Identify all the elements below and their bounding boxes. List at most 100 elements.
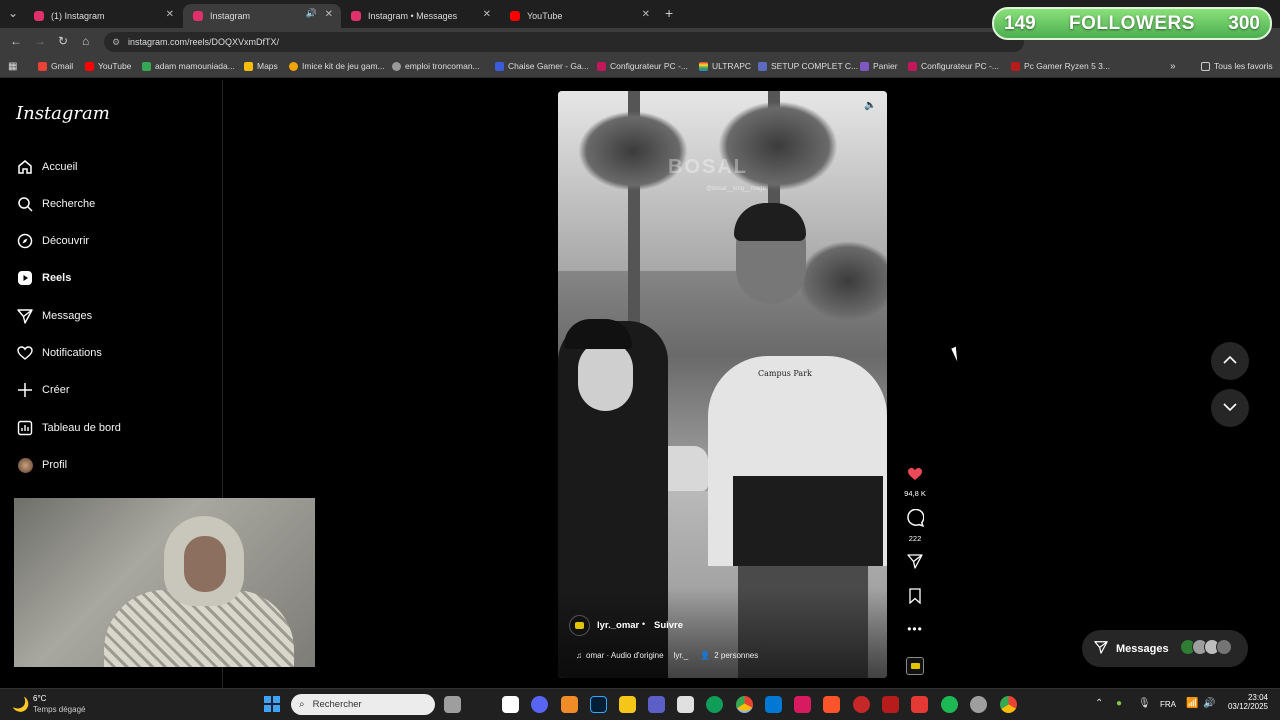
comment-button[interactable]: 222 <box>900 508 930 543</box>
like-button[interactable]: 94,8 K <box>900 466 930 498</box>
next-reel-button[interactable] <box>1211 389 1249 427</box>
app-icon[interactable] <box>502 696 519 713</box>
previous-reel-button[interactable] <box>1211 342 1249 380</box>
avatar <box>16 456 34 474</box>
discord-icon[interactable] <box>531 696 548 713</box>
moon-icon[interactable]: 🌙 <box>12 696 29 713</box>
tray-chevron-icon[interactable]: ⌃ <box>1095 698 1103 709</box>
sidebar-item-accueil[interactable]: Accueil <box>16 157 77 177</box>
bookmark-ultrapc[interactable]: ULTRAPC <box>699 61 751 71</box>
bookmark-adam[interactable]: adam mamouniada... <box>142 61 235 71</box>
bookmark-imice[interactable]: Imice kit de jeu gam... <box>289 61 385 71</box>
author-avatar[interactable] <box>569 615 590 636</box>
bookmark-pc-gamer[interactable]: Pc Gamer Ryzen 5 3... <box>1011 61 1110 71</box>
spotify-icon[interactable] <box>941 696 958 713</box>
followers-label: FOLLOWERS <box>1069 12 1195 34</box>
bookmark-youtube[interactable]: YouTube <box>85 61 131 71</box>
reel-video[interactable]: BOSAL @bosal__king__mage Campus Park <box>558 91 887 678</box>
microphone-icon[interactable]: 🎙 <box>1138 698 1151 709</box>
settings-icon[interactable] <box>970 696 987 713</box>
sidebar-item-notifications[interactable]: Notifications <box>16 343 102 363</box>
more-options-icon[interactable]: ••• <box>900 622 930 636</box>
close-tab-icon[interactable]: ✕ <box>325 9 333 20</box>
speaker-icon[interactable]: 🔊 <box>1203 698 1215 709</box>
close-tab-icon[interactable]: ✕ <box>166 9 174 20</box>
all-bookmarks[interactable]: Tous les favoris <box>1201 61 1273 71</box>
sidebar-item-reels[interactable]: Reels <box>16 268 71 288</box>
save-button[interactable] <box>900 588 930 609</box>
wifi-icon[interactable]: 📶 <box>1186 698 1198 709</box>
reload-icon[interactable]: ↻ <box>58 34 68 48</box>
messages-pill[interactable]: Messages <box>1082 630 1248 667</box>
sidebar-item-label: Créer <box>42 384 70 396</box>
photoshop-icon[interactable] <box>590 696 607 713</box>
home-browser-icon[interactable]: ⌂ <box>82 34 89 48</box>
instagram-icon <box>193 11 203 21</box>
forward-icon[interactable]: → <box>34 34 46 48</box>
bookmark-emploi[interactable]: emploi troncoman... <box>392 61 480 71</box>
windows-start-icon[interactable] <box>264 696 280 712</box>
tab-instagram-1[interactable]: (1) Instagram ✕ <box>24 4 182 28</box>
tab-search-icon[interactable]: ⌄ <box>8 6 18 20</box>
close-tab-icon[interactable]: ✕ <box>483 9 491 20</box>
teams-icon[interactable] <box>648 696 665 713</box>
bookmark-maps[interactable]: Maps <box>244 61 278 71</box>
url-bar[interactable]: ⚙ instagram.com/reels/DOQXVxmDfTX/ <box>104 32 1024 52</box>
audio-label[interactable]: omar · Audio d'origine <box>586 651 664 660</box>
back-icon[interactable]: ← <box>10 34 22 48</box>
app-icon[interactable] <box>882 696 899 713</box>
bookmark-configurateur-1[interactable]: Configurateur PC -... <box>597 61 688 71</box>
sidebar-item-profil[interactable]: Profil <box>16 455 67 475</box>
new-tab-icon[interactable]: + <box>665 5 673 21</box>
app-icon[interactable] <box>561 696 578 713</box>
edge-icon[interactable] <box>706 696 723 713</box>
brave-icon[interactable] <box>823 696 840 713</box>
sidebar-item-recherche[interactable]: Recherche <box>16 194 95 214</box>
chrome-icon[interactable] <box>736 696 753 713</box>
tab-youtube[interactable]: YouTube ✕ <box>500 4 658 28</box>
sidebar-item-creer[interactable]: Créer <box>16 380 70 400</box>
instagram-logo[interactable]: Instagram <box>16 103 110 124</box>
more-bookmarks-icon[interactable]: » <box>1170 61 1176 72</box>
site-info-icon[interactable]: ⚙ <box>112 32 120 52</box>
file-explorer-icon[interactable] <box>619 696 636 713</box>
close-tab-icon[interactable]: ✕ <box>642 9 650 20</box>
sidebar-item-decouvrir[interactable]: Découvrir <box>16 231 89 251</box>
outlook-icon[interactable] <box>765 696 782 713</box>
input-language[interactable]: FRA <box>1160 700 1176 709</box>
bookmark-chaise[interactable]: Chaise Gamer - Ga... <box>495 61 589 71</box>
audio-user[interactable]: lyr._ <box>674 651 689 660</box>
author-username[interactable]: lyr._omar <box>597 620 639 631</box>
tagged-people[interactable]: 2 personnes <box>714 651 758 660</box>
like-count: 94,8 K <box>904 489 926 498</box>
bookmark-setup[interactable]: SETUP COMPLET C... <box>758 61 858 71</box>
volume-icon[interactable]: 🔈 <box>864 100 878 114</box>
sidebar-item-messages[interactable]: Messages <box>16 306 92 326</box>
bookmark-gmail[interactable]: Gmail <box>38 61 73 71</box>
bookmark-panier[interactable]: Panier <box>860 61 898 71</box>
tray-app-icon[interactable]: ● <box>1116 698 1122 709</box>
windows-taskbar <box>0 688 1280 720</box>
audio-icon[interactable]: 🔊 <box>306 8 317 19</box>
weather-description[interactable]: Temps dégagé <box>33 705 85 714</box>
weather-temperature[interactable]: 6°C <box>33 694 46 703</box>
taskbar-search-placeholder: Rechercher <box>312 699 362 710</box>
task-view-icon[interactable] <box>444 696 461 713</box>
chevron-up-icon <box>1223 352 1237 370</box>
sidebar-item-tableau-de-bord[interactable]: Tableau de bord <box>16 418 121 438</box>
tab-instagram-2[interactable]: Instagram 🔊 ✕ <box>183 4 341 28</box>
follow-button[interactable]: Suivre <box>654 620 683 631</box>
taskbar-search[interactable]: ⌕ Rechercher <box>291 694 435 715</box>
app-icon[interactable] <box>911 696 928 713</box>
bookmark-configurateur-2[interactable]: Configurateur PC -... <box>908 61 999 71</box>
opera-icon[interactable] <box>853 696 870 713</box>
store-icon[interactable] <box>677 696 694 713</box>
apps-icon[interactable]: ▦ <box>8 61 17 72</box>
app-icon[interactable] <box>794 696 811 713</box>
audio-thumbnail[interactable] <box>906 657 924 675</box>
chrome-icon[interactable] <box>1000 696 1017 713</box>
sidebar-item-label: Découvrir <box>42 235 90 247</box>
tab-instagram-messages[interactable]: Instagram • Messages ✕ <box>341 4 499 28</box>
system-clock[interactable]: 23:04 03/12/2025 <box>1218 693 1268 711</box>
share-button[interactable] <box>900 553 930 574</box>
